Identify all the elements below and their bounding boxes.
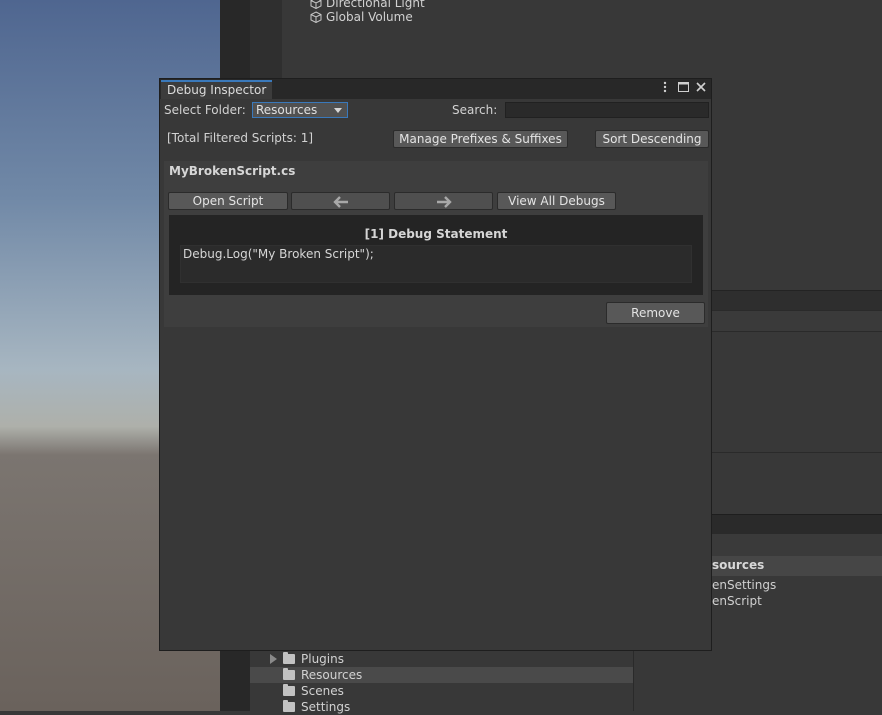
total-filtered-scripts: [Total Filtered Scripts: 1] — [167, 131, 314, 145]
expand-arrow-icon[interactable] — [270, 654, 277, 664]
folder-icon — [283, 684, 295, 696]
gameobject-icon — [310, 11, 322, 23]
hierarchy-gutter — [250, 0, 282, 80]
close-icon[interactable] — [695, 81, 707, 93]
project-file-item[interactable]: enSettings — [712, 578, 776, 592]
select-folder-label: Select Folder: — [164, 103, 246, 117]
arrow-left-icon — [332, 195, 348, 208]
project-breadcrumb[interactable]: sources — [712, 558, 764, 572]
folder-label: Plugins — [301, 652, 344, 666]
inspector-subheader — [712, 310, 882, 332]
inspector-section — [712, 452, 882, 515]
search-label: Search: — [452, 103, 498, 117]
project-header — [712, 514, 882, 535]
next-debug-button[interactable] — [394, 192, 493, 210]
script-name: MyBrokenScript.cs — [169, 164, 296, 178]
folder-item-settings[interactable]: Settings — [270, 699, 633, 715]
arrow-right-icon — [436, 195, 452, 208]
folder-icon — [283, 652, 295, 664]
gameobject-icon — [310, 0, 322, 9]
folder-label: Resources — [301, 668, 363, 682]
manage-prefixes-suffixes-button[interactable]: Manage Prefixes & Suffixes — [393, 130, 568, 148]
folder-item-plugins[interactable]: Plugins — [270, 651, 633, 667]
search-input[interactable] — [505, 102, 709, 118]
debug-inspector-window: Debug Inspector Select Folder: Resources… — [159, 78, 712, 651]
remove-button[interactable]: Remove — [606, 302, 705, 324]
hierarchy-item-label: Directional Light — [326, 0, 425, 10]
sort-descending-button[interactable]: Sort Descending — [595, 130, 709, 148]
chevron-down-icon — [334, 108, 342, 113]
hierarchy-item-directional-light[interactable]: Directional Light — [310, 0, 425, 10]
folder-label: Settings — [301, 700, 351, 714]
hierarchy-item-global-volume[interactable]: Global Volume — [310, 10, 413, 24]
project-file-item[interactable]: enScript — [712, 594, 762, 608]
debug-statement-panel: [1] Debug Statement Debug.Log("My Broken… — [169, 215, 703, 295]
view-all-debugs-button[interactable]: View All Debugs — [497, 192, 616, 210]
inspector-header — [712, 290, 882, 311]
folder-dropdown-value: Resources — [256, 103, 318, 117]
project-toolbar — [712, 534, 882, 556]
folder-dropdown[interactable]: Resources — [252, 102, 348, 118]
hierarchy-item-label: Global Volume — [326, 10, 413, 24]
folder-label: Scenes — [301, 684, 344, 698]
tab-debug-inspector[interactable]: Debug Inspector — [161, 80, 272, 99]
debug-statement-header: [1] Debug Statement — [364, 227, 508, 241]
folder-icon — [283, 668, 295, 680]
more-options-icon[interactable] — [659, 81, 671, 93]
folder-item-resources[interactable]: Resources — [250, 667, 633, 683]
open-script-button[interactable]: Open Script — [168, 192, 288, 210]
previous-debug-button[interactable] — [291, 192, 390, 210]
debug-statement-code-field[interactable]: Debug.Log("My Broken Script"); — [180, 245, 692, 283]
window-tab-bar: Debug Inspector — [160, 79, 711, 99]
maximize-icon[interactable] — [677, 81, 689, 93]
folder-item-scenes[interactable]: Scenes — [270, 683, 633, 699]
